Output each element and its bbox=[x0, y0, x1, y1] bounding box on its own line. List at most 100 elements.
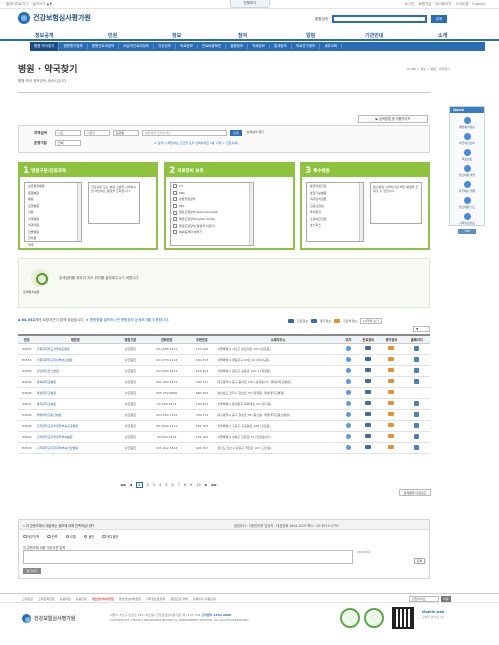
footer-link[interactable]: 저작권보호정책 bbox=[146, 597, 165, 601]
map-pin-icon[interactable] bbox=[345, 422, 351, 428]
homepage-icon[interactable] bbox=[414, 422, 420, 428]
hospital-name-link[interactable]: 강남세브란스병원 bbox=[35, 365, 115, 377]
evaluation-icon[interactable] bbox=[388, 423, 395, 427]
checkbox-icon[interactable] bbox=[173, 217, 177, 222]
sub-nav-item[interactable]: 비급여진료비정보 bbox=[119, 44, 155, 49]
quick-menu-item[interactable]: 의료정보 bbox=[450, 149, 484, 161]
main-nav-item[interactable]: 민원 bbox=[108, 32, 117, 39]
map-pin-icon[interactable] bbox=[345, 345, 351, 351]
equipment-checkbox[interactable]: MRI bbox=[171, 190, 253, 197]
map-pin-icon[interactable] bbox=[345, 400, 351, 406]
equipment-checkbox[interactable]: PET bbox=[171, 203, 253, 210]
sido-select[interactable]: 시도 bbox=[55, 130, 81, 136]
evaluation-icon[interactable] bbox=[388, 357, 395, 361]
equipment-checkbox[interactable]: 혈관조영장치(Gamma Knife) bbox=[171, 209, 253, 216]
clinic-info-icon[interactable] bbox=[365, 445, 372, 449]
map-pin-icon[interactable] bbox=[31, 269, 49, 287]
clinic-info-icon[interactable] bbox=[365, 368, 372, 372]
page-number[interactable]: 4 bbox=[159, 483, 161, 487]
clinic-info-icon[interactable] bbox=[365, 434, 372, 438]
search-submit-button[interactable]: 검색 bbox=[230, 130, 242, 136]
homepage-icon[interactable] bbox=[414, 433, 420, 439]
list-item[interactable]: 호스피스 bbox=[307, 222, 363, 229]
main-nav-item[interactable]: 참여 bbox=[238, 32, 247, 39]
map-location-button[interactable]: 검색위치설정 bbox=[23, 290, 40, 294]
hospital-name-link[interactable]: 경상대학교병원 bbox=[35, 387, 115, 399]
clinic-info-icon[interactable] bbox=[365, 423, 372, 427]
eupmyeondong-select[interactable]: 읍면동 bbox=[113, 130, 139, 136]
map-pin-icon[interactable] bbox=[345, 411, 351, 417]
clinic-info-icon[interactable] bbox=[365, 357, 372, 361]
quick-menu-item[interactable]: 나의진료정보 bbox=[450, 213, 484, 225]
prev-page-button[interactable]: ◀ bbox=[129, 483, 132, 487]
homepage-icon[interactable] bbox=[414, 444, 420, 450]
first-page-button[interactable]: ◀◀ bbox=[120, 483, 125, 487]
util-link[interactable]: 홈페이지로가기 bbox=[6, 2, 29, 7]
hospital-name-link[interactable]: 가톨릭대학교의정부성모병원 bbox=[35, 354, 115, 366]
evaluation-icon[interactable] bbox=[388, 390, 395, 394]
footer-link[interactable]: 웹접근성 정책 bbox=[170, 597, 188, 601]
homepage-icon[interactable] bbox=[414, 345, 420, 351]
scrollbar[interactable] bbox=[359, 183, 363, 241]
list-item[interactable]: 약국 bbox=[25, 242, 81, 249]
search-input[interactable] bbox=[331, 15, 427, 23]
checkbox-icon[interactable] bbox=[173, 184, 177, 189]
equipment-checkbox[interactable]: CT bbox=[171, 183, 253, 190]
category-listbox[interactable]: 상급종합병원 종합병원 병원 요양병원 의원 치과병원 치과의원 한방병원 한의원 약국 bbox=[24, 182, 82, 247]
main-nav-item[interactable]: 소개 bbox=[438, 32, 447, 39]
util-link[interactable]: 사이트맵 bbox=[455, 2, 468, 7]
page-number[interactable]: 7 bbox=[178, 483, 180, 487]
footer-link[interactable]: 고객헌장 bbox=[22, 597, 33, 601]
sub-nav-item[interactable]: 병원평가정보 bbox=[59, 44, 88, 49]
hospital-name-link[interactable]: 계명대학교동산병원 bbox=[35, 409, 115, 421]
sort-label[interactable]: 10개씩 보기 bbox=[359, 318, 382, 324]
quick-menu-item[interactable]: 자주하는 질문 bbox=[450, 181, 484, 193]
sort-select[interactable]: ▼ bbox=[413, 326, 430, 332]
full-menu-tab[interactable]: 전체보기 bbox=[230, 0, 270, 8]
feedback-option[interactable]: 매우불만 bbox=[102, 534, 119, 539]
map-pin-icon[interactable] bbox=[345, 433, 351, 439]
operation-type-select[interactable]: 전체 bbox=[55, 140, 81, 146]
hospital-name-link[interactable]: 고려대학교의과대학부속병원 bbox=[35, 431, 115, 443]
equipment-checkbox[interactable]: 혈관조영장치(Cyber Knife) bbox=[171, 216, 253, 223]
clinic-info-icon[interactable] bbox=[365, 346, 372, 350]
homepage-icon[interactable] bbox=[414, 378, 420, 384]
footer-link[interactable]: 고객만족헌장 bbox=[38, 597, 55, 601]
homepage-icon[interactable] bbox=[414, 356, 420, 362]
next-page-button[interactable]: ▶ bbox=[205, 483, 208, 487]
checkbox-icon[interactable] bbox=[173, 210, 177, 215]
quick-menu-item[interactable]: 진료비용 확인 bbox=[450, 165, 484, 177]
quick-menu-item[interactable]: 진료비용 신고 bbox=[450, 197, 484, 209]
feedback-submit-button[interactable]: 평가하기 bbox=[23, 568, 41, 574]
page-number[interactable]: 10 bbox=[196, 483, 200, 487]
site-logo[interactable]: 건강보험심사평가원 bbox=[18, 12, 91, 24]
category-listbox[interactable]: 응급의료기관 분만가능병원 희귀난치질환 인공신장실 투석환자 소아야간진료 호스피스 bbox=[306, 182, 364, 242]
map-pin-icon[interactable] bbox=[345, 389, 351, 395]
feedback-register-button[interactable]: 등록 bbox=[414, 558, 425, 564]
radio-icon[interactable] bbox=[23, 534, 27, 539]
evaluation-icon[interactable] bbox=[388, 346, 395, 350]
page-number[interactable]: 2 bbox=[147, 483, 149, 487]
guide-button[interactable]: ▶ 검색방법 및 이용가이드 bbox=[358, 115, 428, 123]
footer-link[interactable]: 이용안내 bbox=[76, 597, 87, 601]
clinic-info-icon[interactable] bbox=[365, 401, 372, 405]
last-page-button[interactable]: ▶▶ bbox=[212, 483, 217, 487]
page-number[interactable]: 1 bbox=[136, 482, 143, 488]
evaluation-icon[interactable] bbox=[388, 434, 395, 438]
map-pin-icon[interactable] bbox=[345, 444, 351, 450]
feedback-option[interactable]: 불만 bbox=[83, 534, 94, 539]
radio-icon[interactable] bbox=[47, 534, 51, 539]
evaluation-icon[interactable] bbox=[388, 401, 395, 405]
radio-icon[interactable] bbox=[102, 534, 106, 539]
sub-nav-item[interactable]: 약제정보 bbox=[248, 44, 270, 49]
footer-link[interactable]: 개인정보처리방침 bbox=[92, 597, 114, 601]
feedback-option[interactable]: 보통 bbox=[65, 534, 76, 539]
equipment-checkbox[interactable]: 혈관조영장치(양성자 치료기) bbox=[171, 223, 253, 230]
sub-nav-item[interactable]: 질병정보 bbox=[226, 44, 249, 49]
evaluation-icon[interactable] bbox=[388, 379, 395, 383]
detail-search-toggle[interactable]: 상세검색 열기 bbox=[245, 130, 285, 136]
homepage-icon[interactable] bbox=[414, 411, 420, 417]
page-number[interactable]: 3 bbox=[153, 483, 155, 487]
keyword-input[interactable]: 병원명을 입력하세요 bbox=[142, 130, 227, 136]
util-link[interactable]: 글자크기 ▲▼ bbox=[33, 2, 52, 7]
